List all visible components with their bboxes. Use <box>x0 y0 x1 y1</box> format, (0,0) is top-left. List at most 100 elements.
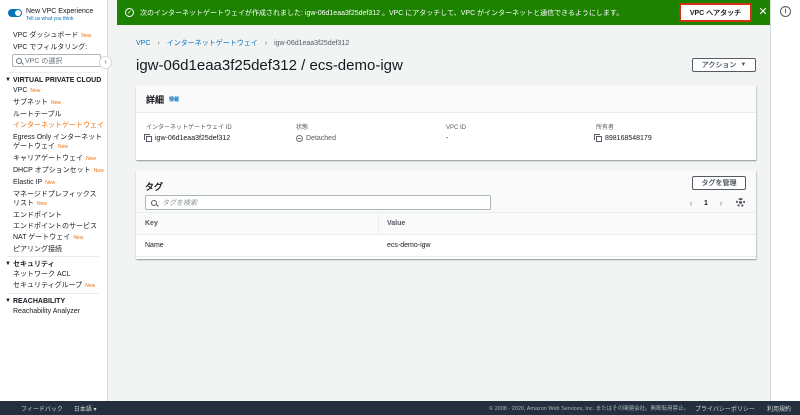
tag-key-cell: Name <box>145 242 164 249</box>
info-link[interactable]: 情報 <box>169 96 179 103</box>
sidebar-item-0-4[interactable]: Egress Only インターネットゲートウェイ New <box>0 132 107 153</box>
vpc-filter-select[interactable]: VPC の選択 <box>12 54 101 67</box>
page-number[interactable]: 1 <box>704 200 708 207</box>
sidebar-item-label: ルートテーブル <box>13 111 62 118</box>
new-badge: New <box>58 144 69 150</box>
sidebar-item-0-5[interactable]: キャリアゲートウェイ New <box>0 153 107 165</box>
sidebar-item-1-1[interactable]: セキュリティグループ New <box>0 280 107 292</box>
gateway-id-value: igw-06d1eaa3f25def312 <box>155 135 231 142</box>
sidebar-item-0-0[interactable]: VPC New <box>0 85 107 97</box>
sidebar-item-label: NAT ゲートウェイ <box>13 234 71 241</box>
field-vpc-id: VPC ID - <box>446 125 467 142</box>
pagination: ‹ 1 › <box>686 198 726 208</box>
owner-value: 898168548179 <box>605 135 652 142</box>
sidebar-item-label: ネットワーク ACL <box>13 271 71 278</box>
divider <box>8 293 99 294</box>
manage-tags-button[interactable]: タグを管理 <box>692 176 746 190</box>
field-state: 状態 Detached <box>296 125 336 142</box>
gear-icon[interactable] <box>736 198 745 207</box>
new-badge: New <box>81 33 92 39</box>
chevron-left-icon[interactable]: ‹ <box>686 198 696 208</box>
table-header: Key Value <box>136 213 756 235</box>
column-key[interactable]: Key <box>136 213 379 234</box>
collapse-sidebar-button[interactable]: ‹ <box>99 56 112 69</box>
sidebar-item-label: エンドポイント <box>13 212 62 219</box>
actions-button[interactable]: アクション ▼ <box>692 58 756 72</box>
sidebar-item-0-11[interactable]: NAT ゲートウェイ New <box>0 232 107 244</box>
table-row: Name ecs-demo-igw <box>136 235 756 257</box>
language-selector[interactable]: 日本語 ▾ <box>74 404 97 413</box>
attach-to-vpc-button[interactable]: VPC へアタッチ <box>679 3 752 22</box>
chevron-right-icon: › <box>264 39 268 47</box>
feedback-link[interactable]: フィードバック <box>21 404 63 413</box>
filter-by-vpc-label: VPC でフィルタリング: <box>13 44 88 51</box>
sidebar-item-0-9[interactable]: エンドポイント <box>0 210 107 221</box>
copy-icon[interactable] <box>144 133 152 142</box>
sidebar-item-0-7[interactable]: Elastic IP New <box>0 177 107 189</box>
detached-status-icon <box>296 135 303 142</box>
sidebar-item-label: VPC <box>13 87 28 94</box>
sidebar-item-label: DHCP オプションセット <box>13 167 91 174</box>
sidebar-item-label: エンドポイントのサービス <box>13 223 97 230</box>
new-badge: New <box>93 168 104 174</box>
sidebar-item-0-10[interactable]: エンドポイントのサービス <box>0 221 107 232</box>
toggle-switch-icon[interactable] <box>8 9 22 17</box>
info-icon[interactable]: i <box>780 6 791 17</box>
search-icon <box>151 199 157 206</box>
sidebar-item-0-2[interactable]: ルートテーブル <box>0 109 107 120</box>
breadcrumb-current: igw-06d1eaa3f25def312 <box>274 39 350 47</box>
sidebar-item-0-6[interactable]: DHCP オプションセット New <box>0 165 107 177</box>
sidebar-item-0-12[interactable]: ピアリング接続 <box>0 244 107 255</box>
section-reachability[interactable]: ▼ REACHABILITY <box>0 297 107 306</box>
sidebar-item-2-0[interactable]: Reachability Analyzer <box>0 306 107 317</box>
sidebar-item-0-8[interactable]: マネージドプレフィックスリスト New <box>0 189 107 210</box>
section-virtual-private-cloud[interactable]: ▼ VIRTUAL PRIVATE CLOUD <box>0 76 107 85</box>
tag-value-cell: ecs-demo-igw <box>387 242 431 249</box>
new-badge: New <box>107 123 108 129</box>
console-footer: フィードバック 日本語 ▾ © 2008 - 2020, Amazon Web … <box>0 401 800 415</box>
check-circle-icon: ✓ <box>125 8 134 17</box>
breadcrumb-vpc[interactable]: VPC <box>136 40 150 47</box>
sidebar-item-1-0[interactable]: ネットワーク ACL <box>0 269 107 280</box>
new-badge: New <box>51 100 62 106</box>
new-badge: New <box>45 180 56 186</box>
details-title: 詳細 <box>146 94 165 105</box>
caret-down-icon: ▼ <box>5 77 11 83</box>
sidebar-item-0-1[interactable]: サブネット New <box>0 97 107 109</box>
field-internet-gateway-id: インターネットゲートウェイ ID igw-06d1eaa3f25def312 <box>144 125 232 142</box>
success-flash-banner: ✓ 次のインターネットゲートウェイが作成されました: igw-06d1eaa3f… <box>117 0 770 25</box>
close-icon[interactable]: ✕ <box>757 5 769 19</box>
state-value: Detached <box>306 135 336 142</box>
privacy-policy-link[interactable]: プライバシーポリシー <box>695 404 755 413</box>
copy-icon[interactable] <box>594 133 602 142</box>
breadcrumb: VPC › インターネットゲートウェイ › igw-06d1eaa3f25def… <box>136 38 349 48</box>
flash-message: 次のインターネットゲートウェイが作成されました: igw-06d1eaa3f25… <box>140 9 624 17</box>
chevron-right-icon[interactable]: › <box>716 198 726 208</box>
sidebar: New VPC Experience Tell us what you thin… <box>0 0 108 401</box>
tag-search-input[interactable]: タグを検索 <box>145 195 491 210</box>
terms-link[interactable]: 利用規約 <box>767 404 791 413</box>
sidebar-item-0-3[interactable]: インターネットゲートウェイNew <box>0 120 107 132</box>
new-vpc-experience-title: New VPC Experience <box>26 8 94 15</box>
tags-panel: タグ タグを管理 タグを検索 ‹ 1 › Key Value Name ecs-… <box>136 171 756 259</box>
breadcrumb-internet-gateways[interactable]: インターネットゲートウェイ <box>167 38 258 48</box>
new-badge: New <box>86 156 97 162</box>
page-title: igw-06d1eaa3f25def312 / ecs-demo-igw <box>136 57 403 74</box>
sidebar-item-label: サブネット <box>13 99 48 106</box>
new-badge: New <box>73 235 84 241</box>
caret-down-icon: ▼ <box>5 261 11 267</box>
new-vpc-experience-toggle-row[interactable]: New VPC Experience Tell us what you thin… <box>0 0 107 30</box>
sidebar-item-label: ピアリング接続 <box>13 246 62 253</box>
column-value[interactable]: Value <box>379 220 405 227</box>
caret-down-icon: ▼ <box>5 298 11 304</box>
sidebar-item-label: キャリアゲートウェイ <box>13 155 83 162</box>
copyright-text: © 2008 - 2020, Amazon Web Services, Inc.… <box>489 406 690 412</box>
field-owner: 所有者 898168548179 <box>594 125 652 142</box>
section-security[interactable]: ▼ セキュリティ <box>0 260 107 269</box>
divider <box>8 256 99 257</box>
feedback-link[interactable]: Tell us what you think <box>26 16 93 23</box>
sidebar-item-vpc-dashboard[interactable]: VPC ダッシュボード New <box>0 30 107 42</box>
tags-title: タグ <box>145 182 164 192</box>
divider <box>8 72 99 73</box>
help-panel-rail: i <box>770 0 800 401</box>
